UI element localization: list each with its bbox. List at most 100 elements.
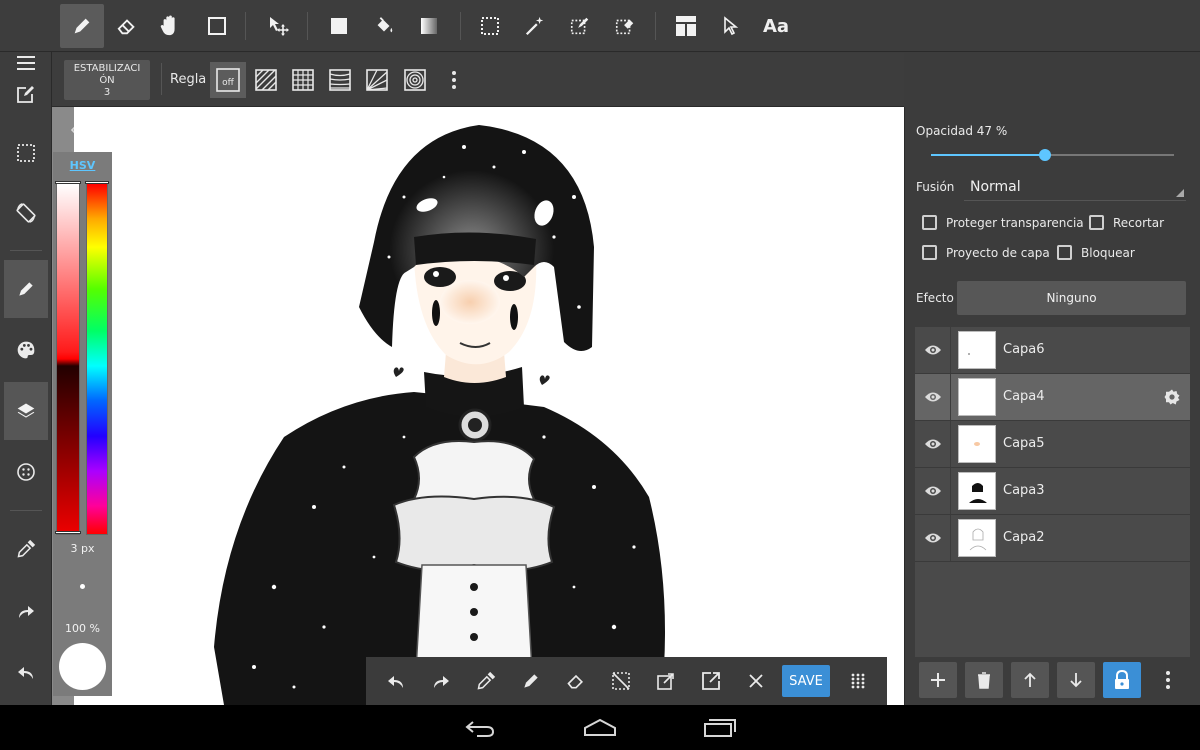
layer-project-checkbox[interactable]: Proyecto de capa bbox=[922, 245, 1050, 260]
canvas-bottom-bar: SAVE bbox=[366, 657, 887, 705]
eyedropper-quick-button[interactable] bbox=[468, 663, 504, 699]
lock-checkbox[interactable]: Bloquear bbox=[1057, 245, 1135, 260]
blend-mode-select[interactable]: Normal bbox=[964, 173, 1186, 201]
layer-thumbnail bbox=[958, 425, 996, 463]
nav-home-button[interactable] bbox=[575, 713, 625, 743]
magic-wand-tool-button[interactable] bbox=[513, 4, 557, 48]
eraser-quick-button[interactable] bbox=[558, 663, 594, 699]
transform-button[interactable] bbox=[648, 663, 684, 699]
text-tool-button[interactable]: Aa bbox=[754, 4, 798, 48]
eye-icon[interactable] bbox=[923, 388, 943, 406]
layer-row-selected[interactable]: Capa4 bbox=[915, 374, 1190, 421]
eye-icon[interactable] bbox=[923, 529, 943, 547]
layer-row[interactable]: Capa6 bbox=[915, 327, 1190, 374]
move-tool-button[interactable] bbox=[256, 4, 300, 48]
edit-canvas-button[interactable] bbox=[4, 65, 48, 123]
brush-size-preview bbox=[80, 584, 85, 589]
effect-button[interactable]: Ninguno bbox=[957, 281, 1186, 315]
nav-recents-button[interactable] bbox=[695, 713, 745, 743]
export-button[interactable] bbox=[693, 663, 729, 699]
brush-panel-button[interactable] bbox=[4, 260, 48, 318]
drawing-canvas[interactable] bbox=[74, 107, 904, 705]
ruler-grid-button[interactable] bbox=[285, 62, 321, 98]
move-layer-up-button[interactable] bbox=[1011, 662, 1049, 698]
ruler-perspective-button[interactable] bbox=[322, 62, 358, 98]
sub-toolbar-more-button[interactable] bbox=[436, 62, 472, 98]
layer-more-button[interactable] bbox=[1149, 662, 1187, 698]
transform-icon bbox=[657, 673, 674, 690]
shape-tool-button[interactable] bbox=[195, 4, 239, 48]
checkbox-icon bbox=[1089, 215, 1104, 230]
paint-bucket-icon bbox=[377, 17, 393, 33]
rotate-screen-icon bbox=[16, 203, 36, 223]
ruler-off-button[interactable]: off bbox=[210, 62, 246, 98]
undo-button[interactable] bbox=[378, 663, 414, 699]
layer-name: Capa2 bbox=[1003, 530, 1045, 545]
pointer-tool-button[interactable] bbox=[709, 4, 753, 48]
eraser-tool-button[interactable] bbox=[105, 4, 149, 48]
radial-ruler-icon bbox=[366, 69, 388, 91]
layer-thumbnail bbox=[958, 519, 996, 557]
deselect-button[interactable] bbox=[603, 663, 639, 699]
sv-marker-bottom[interactable] bbox=[55, 531, 81, 534]
undo-icon bbox=[18, 667, 33, 679]
select-eraser-tool-button[interactable] bbox=[603, 4, 647, 48]
grid-menu-button[interactable] bbox=[840, 663, 876, 699]
save-button[interactable]: SAVE bbox=[782, 665, 830, 697]
eye-icon[interactable] bbox=[923, 341, 943, 359]
gear-icon[interactable] bbox=[1163, 388, 1181, 406]
eye-icon[interactable] bbox=[923, 435, 943, 453]
ruler-off-text: off bbox=[222, 78, 235, 88]
sv-marker[interactable] bbox=[55, 181, 81, 184]
move-layer-down-button[interactable] bbox=[1057, 662, 1095, 698]
redo-side-button[interactable] bbox=[4, 582, 48, 640]
protect-alpha-checkbox[interactable]: Proteger transparencia bbox=[922, 215, 1084, 230]
select-pen-tool-button[interactable] bbox=[558, 4, 602, 48]
dashed-selection-icon bbox=[17, 144, 35, 162]
close-selection-button[interactable] bbox=[738, 663, 774, 699]
pen-tool-button[interactable] bbox=[60, 4, 104, 48]
edit-square-icon bbox=[17, 86, 34, 103]
frame-divider-tool-button[interactable] bbox=[664, 4, 708, 48]
hand-tool-button[interactable] bbox=[148, 4, 192, 48]
undo-side-button[interactable] bbox=[4, 643, 48, 701]
paint-bucket-tool-button[interactable] bbox=[362, 4, 406, 48]
hsv-mode-toggle[interactable]: HSV bbox=[53, 159, 112, 172]
saturation-value-bar[interactable] bbox=[56, 183, 80, 535]
color-panel-button[interactable] bbox=[4, 321, 48, 379]
layer-row[interactable]: Capa2 bbox=[915, 515, 1190, 562]
layers-panel-button[interactable] bbox=[4, 382, 48, 440]
layer-thumbnail bbox=[958, 378, 996, 416]
layers-icon bbox=[17, 403, 35, 418]
add-layer-button[interactable] bbox=[919, 662, 957, 698]
fill-rect-tool-button[interactable] bbox=[317, 4, 361, 48]
layer-row[interactable]: Capa5 bbox=[915, 421, 1190, 468]
hue-bar[interactable] bbox=[86, 183, 108, 535]
back-icon bbox=[465, 721, 495, 737]
grid-ruler-icon bbox=[292, 69, 314, 91]
nav-back-button[interactable] bbox=[455, 713, 505, 743]
ruler-concentric-button[interactable] bbox=[397, 62, 433, 98]
lock-layer-button[interactable] bbox=[1103, 662, 1141, 698]
eye-icon[interactable] bbox=[923, 482, 943, 500]
opacity-slider-knob[interactable] bbox=[1039, 149, 1052, 161]
eyedropper-icon bbox=[17, 539, 36, 558]
material-button[interactable] bbox=[4, 443, 48, 501]
gradient-tool-button[interactable] bbox=[407, 4, 451, 48]
opacity-slider[interactable] bbox=[931, 149, 1174, 161]
delete-layer-button[interactable] bbox=[965, 662, 1003, 698]
selection-button[interactable] bbox=[4, 124, 48, 182]
select-rect-tool-button[interactable] bbox=[468, 4, 512, 48]
pen-quick-button[interactable] bbox=[513, 663, 549, 699]
layer-row[interactable]: Capa3 bbox=[915, 468, 1190, 515]
canvas-area[interactable] bbox=[52, 107, 904, 705]
stabilization-button[interactable]: ESTABILIZACI ÓN 3 bbox=[64, 60, 150, 100]
redo-button[interactable] bbox=[423, 663, 459, 699]
ruler-radial-button[interactable] bbox=[359, 62, 395, 98]
eyedropper-button[interactable] bbox=[4, 520, 48, 578]
clip-checkbox[interactable]: Recortar bbox=[1089, 215, 1164, 230]
hue-marker[interactable] bbox=[85, 181, 109, 184]
current-color-swatch[interactable] bbox=[59, 643, 106, 690]
ruler-parallel-button[interactable] bbox=[248, 62, 284, 98]
rotate-canvas-button[interactable] bbox=[4, 184, 48, 242]
